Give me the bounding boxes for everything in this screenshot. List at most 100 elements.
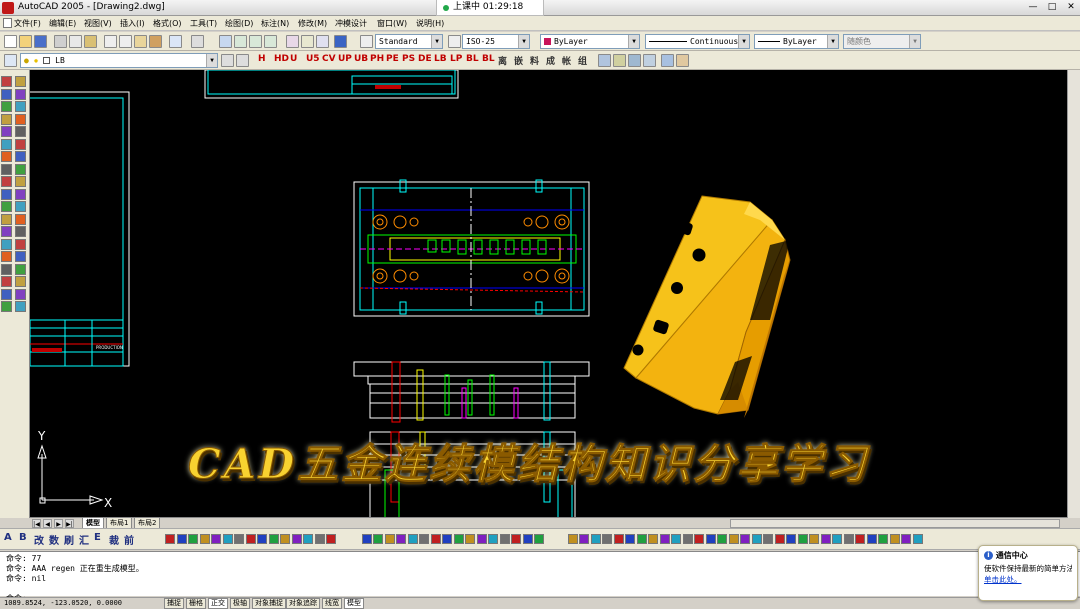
mold-tool-16[interactable]: 嵌 (514, 54, 523, 67)
tool-icon[interactable] (15, 201, 26, 212)
bottom-tool-8[interactable]: 前 (124, 532, 134, 547)
tool-icon[interactable] (476, 534, 487, 544)
tool-icon[interactable] (303, 534, 313, 544)
menu-draw[interactable]: 绘图(D) (225, 18, 253, 29)
tool-icon[interactable] (1, 163, 12, 175)
tool-icon[interactable] (1, 213, 12, 225)
tool-palettes-icon[interactable] (316, 35, 329, 48)
mold-tool-2[interactable]: U (290, 54, 297, 64)
tool-icon[interactable] (705, 534, 716, 544)
model-toggle[interactable]: 模型 (344, 598, 364, 609)
tool-icon[interactable] (396, 534, 406, 544)
last-tab-icon[interactable]: ▶| (65, 519, 74, 528)
zoom-previous-icon[interactable] (264, 35, 277, 48)
tool-icon[interactable] (511, 534, 521, 544)
menu-dimension[interactable]: 标注(N) (261, 18, 289, 29)
die-tool-icon[interactable] (628, 54, 641, 67)
tool-icon[interactable] (499, 534, 510, 544)
minimize-button[interactable]: — (1024, 1, 1042, 14)
plot-style-select[interactable]: 随颜色 ▼ (843, 34, 921, 49)
tool-icon[interactable] (866, 534, 877, 544)
prev-tab-icon[interactable]: ◀ (43, 519, 52, 528)
meeting-status[interactable]: 上课中 01:29:18 (436, 0, 544, 16)
tool-icon[interactable] (717, 534, 727, 544)
mold-tool-5[interactable]: UP (338, 54, 352, 64)
tool-icon[interactable] (199, 534, 210, 544)
snap-toggle[interactable]: 捕捉 (164, 598, 184, 609)
osnap-toggle[interactable]: 对象捕捉 (252, 598, 286, 609)
bottom-tool-0[interactable]: A (4, 532, 12, 543)
die-tool-icon[interactable] (613, 54, 626, 67)
tool-icon[interactable] (291, 534, 302, 544)
mold-tool-8[interactable]: PE (386, 54, 399, 64)
tool-icon[interactable] (1, 176, 12, 187)
tool-icon[interactable] (820, 534, 831, 544)
tool-icon[interactable] (602, 534, 612, 544)
mold-tool-11[interactable]: LB (434, 54, 447, 64)
tool-icon[interactable] (1, 276, 12, 287)
tool-icon[interactable] (280, 534, 290, 544)
maximize-button[interactable]: □ (1043, 1, 1061, 14)
tool-icon[interactable] (15, 276, 26, 287)
tool-icon[interactable] (671, 534, 681, 544)
menu-die-design[interactable]: 冲模设计 (335, 18, 367, 29)
tool-icon[interactable] (809, 534, 819, 544)
mold-tool-18[interactable]: 成 (546, 54, 555, 67)
menu-window[interactable]: 窗口(W) (377, 18, 407, 29)
die-tool-icon[interactable] (661, 54, 674, 67)
mold-tool-3[interactable]: U5 (306, 54, 320, 64)
tool-icon[interactable] (15, 88, 26, 100)
bottom-tool-2[interactable]: 改 (34, 532, 44, 547)
tool-icon[interactable] (211, 534, 221, 544)
tool-icon[interactable] (648, 534, 658, 544)
tool-icon[interactable] (234, 534, 244, 544)
tool-icon[interactable] (465, 534, 475, 544)
bottom-tool-7[interactable]: 裁 (109, 532, 119, 547)
zoom-realtime-icon[interactable] (234, 35, 247, 48)
tool-icon[interactable] (165, 534, 175, 544)
tool-icon[interactable] (1, 151, 12, 162)
menu-tools[interactable]: 工具(T) (190, 18, 217, 29)
command-line[interactable]: 命令: 77 命令: AAA regen 正在重生成模型。 命令: nil 命令… (0, 551, 1080, 603)
tool-icon[interactable] (361, 534, 372, 544)
tool-icon[interactable] (245, 534, 256, 544)
mold-tool-17[interactable]: 料 (530, 54, 539, 67)
tool-icon[interactable] (751, 534, 762, 544)
tool-icon[interactable] (15, 138, 26, 150)
die-tool-icon[interactable] (643, 54, 656, 67)
tool-icon[interactable] (1, 138, 12, 150)
tool-icon[interactable] (326, 534, 336, 544)
tool-icon[interactable] (15, 76, 26, 87)
tool-icon[interactable] (797, 534, 808, 544)
bottom-tool-4[interactable]: 刷 (64, 532, 74, 547)
lineweight-toggle[interactable]: 线宽 (322, 598, 342, 609)
tool-icon[interactable] (15, 151, 26, 162)
tool-icon[interactable] (901, 534, 911, 544)
menu-help[interactable]: 说明(H) (416, 18, 444, 29)
tool-icon[interactable] (257, 534, 267, 544)
mold-tool-4[interactable]: CV (322, 54, 336, 64)
mold-tool-10[interactable]: DE (418, 54, 432, 64)
paste-icon[interactable] (134, 35, 147, 48)
mold-tool-13[interactable]: BL (466, 54, 479, 64)
save-icon[interactable] (34, 35, 47, 48)
text-style-select[interactable]: Standard ▼ (375, 34, 443, 49)
new-icon[interactable] (4, 35, 17, 48)
close-button[interactable]: ✕ (1062, 1, 1080, 14)
tool-icon[interactable] (1, 226, 12, 237)
tool-icon[interactable] (15, 113, 26, 125)
bottom-tool-5[interactable]: 汇 (79, 532, 89, 547)
tool-icon[interactable] (1, 101, 12, 112)
mold-tool-0[interactable]: H (258, 54, 266, 64)
match-properties-icon[interactable] (149, 35, 162, 48)
tool-icon[interactable] (188, 534, 198, 544)
tool-icon[interactable] (694, 534, 704, 544)
mold-tool-12[interactable]: LP (450, 54, 462, 64)
tool-icon[interactable] (1, 251, 12, 262)
grid-toggle[interactable]: 栅格 (186, 598, 206, 609)
tool-icon[interactable] (912, 534, 923, 544)
tool-icon[interactable] (15, 238, 26, 250)
die-tool-icon[interactable] (598, 54, 611, 67)
tool-icon[interactable] (567, 534, 578, 544)
tool-icon[interactable] (763, 534, 773, 544)
